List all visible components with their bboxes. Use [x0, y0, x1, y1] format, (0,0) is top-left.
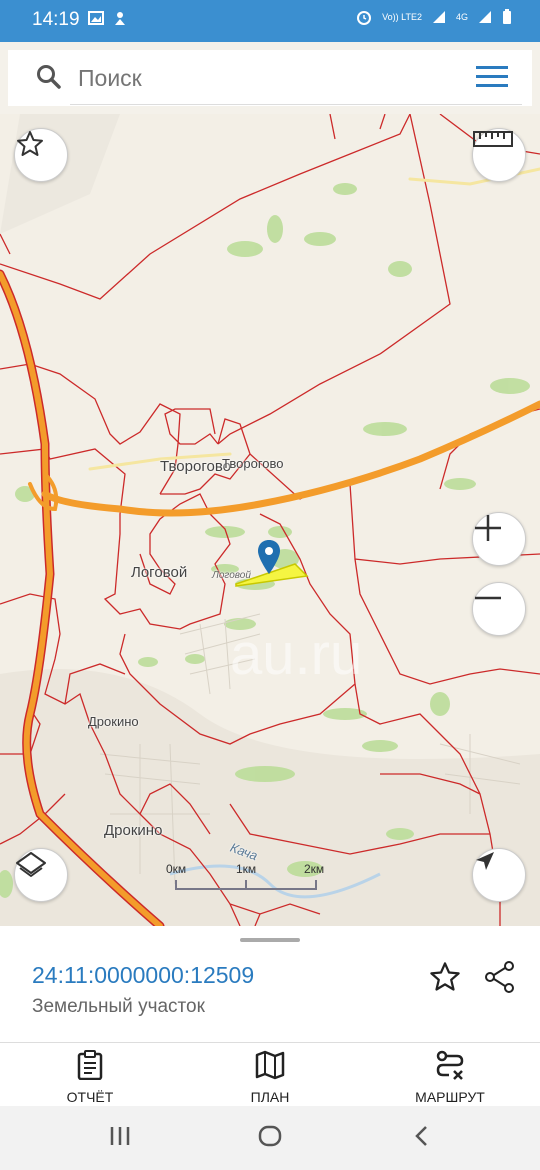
favorite-star-icon[interactable] — [428, 960, 462, 994]
status-bar: 14:19 Vo)) LTE2 4G — [0, 0, 540, 42]
report-button[interactable]: ОТЧЁТ — [30, 1050, 150, 1105]
map-fold-icon — [255, 1050, 285, 1080]
recent-apps-icon[interactable] — [108, 1124, 132, 1148]
gallery-icon — [88, 11, 104, 25]
plan-button[interactable]: ПЛАН — [210, 1050, 330, 1105]
scale-label-one: 1км — [236, 862, 257, 876]
location-pin-icon[interactable] — [258, 540, 280, 574]
star-icon — [17, 131, 43, 156]
scale-label-two: 2км — [304, 862, 325, 876]
ruler-icon — [473, 131, 513, 147]
zoom-out-button[interactable] — [472, 582, 526, 636]
system-nav-bar — [0, 1106, 540, 1170]
layers-icon — [16, 852, 46, 877]
network-label: Vo)) LTE2 — [382, 12, 422, 22]
status-right-icons: Vo)) LTE2 4G — [356, 9, 512, 25]
navigation-arrow-icon — [476, 852, 494, 870]
clipboard-icon — [77, 1050, 103, 1081]
route-button[interactable]: МАРШРУТ — [390, 1050, 510, 1105]
alarm-icon — [357, 11, 372, 25]
map-view[interactable]: au.ru Творогово Творогово Логовой Логово… — [0, 114, 540, 926]
parcel-cadastral-number[interactable]: 24:11:0000000:12509 — [32, 962, 254, 989]
signal-icon — [432, 11, 445, 23]
favorites-button[interactable] — [14, 128, 68, 182]
plan-label: ПЛАН — [250, 1089, 290, 1105]
search-underline — [70, 104, 522, 105]
layers-button[interactable] — [14, 848, 68, 902]
minus-icon — [475, 596, 501, 600]
watermark-logo: au.ru — [230, 622, 362, 687]
label-tvorogovo-short: Творогово — [160, 458, 231, 475]
parcel-type: Земельный участок — [32, 996, 205, 1017]
label-drokino: Дрокино — [104, 822, 163, 839]
report-label: ОТЧЁТ — [66, 1089, 114, 1105]
route-icon — [436, 1050, 464, 1080]
label-logovoy: Логовой — [131, 564, 188, 581]
map-canvas[interactable]: au.ru — [0, 114, 540, 926]
battery-icon — [503, 9, 511, 24]
status-time: 14:19 — [32, 9, 80, 30]
parcel-info-panel: 24:11:0000000:12509 Земельный участок ОТ… — [0, 926, 540, 1106]
search-input[interactable] — [78, 60, 468, 96]
menu-icon[interactable] — [476, 66, 508, 88]
search-bar — [8, 50, 532, 106]
ruler-button[interactable] — [472, 128, 526, 182]
panel-divider — [0, 1042, 540, 1043]
scale-bar — [175, 880, 317, 890]
my-location-button[interactable] — [472, 848, 526, 902]
plus-icon — [475, 515, 501, 541]
notification-icons — [88, 10, 128, 26]
signal-icon-2 — [479, 11, 491, 23]
data-label: 4G — [455, 12, 468, 22]
notification-icon — [115, 12, 125, 25]
home-icon[interactable] — [258, 1124, 282, 1148]
scale-label-zero: 0км — [166, 862, 187, 876]
drag-handle[interactable] — [240, 938, 300, 942]
label-drokino-top: Дрокино — [88, 714, 139, 729]
share-icon[interactable] — [484, 960, 516, 994]
back-icon[interactable] — [410, 1124, 434, 1148]
label-tvorogovo: Творогово — [222, 456, 284, 471]
label-logovoy-small: Логовой — [212, 570, 251, 581]
route-label: МАРШРУТ — [415, 1089, 485, 1105]
search-icon[interactable] — [36, 64, 62, 90]
zoom-in-button[interactable] — [472, 512, 526, 566]
